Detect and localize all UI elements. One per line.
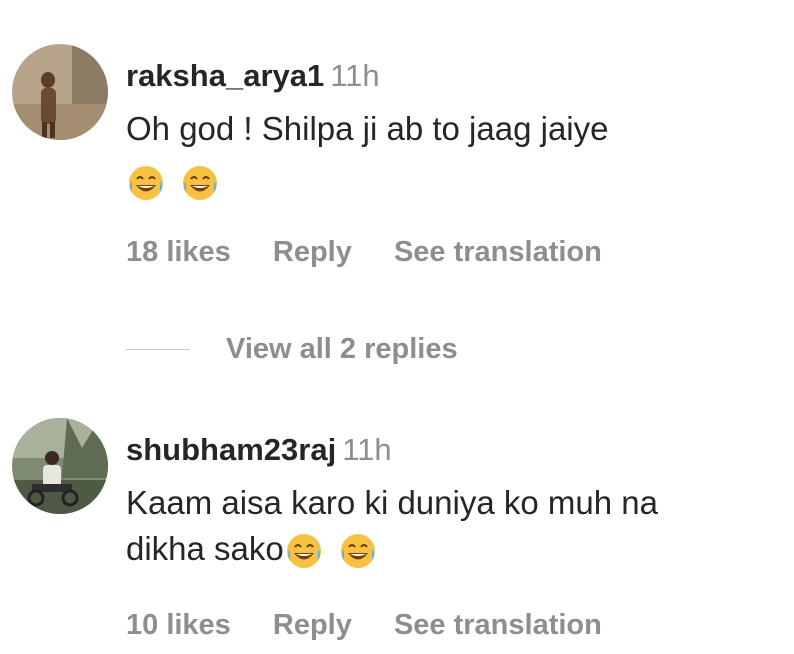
face-with-tears-of-joy-icon [180,163,220,203]
avatar-image [12,418,108,514]
comment-time: 11h [342,432,392,467]
reply-button[interactable]: Reply [273,609,352,641]
username-text[interactable]: shubham23raj [126,432,336,467]
comment-actions: 10 likes Reply See translation [126,609,636,642]
comment-text-line: Kaam aisa karo ki duniya ko muh na [126,484,658,521]
see-translation-button[interactable]: See translation [394,236,602,268]
reply-button[interactable]: Reply [273,236,352,268]
comment-emoji-row [126,158,786,204]
likes-count[interactable]: 10 likes [126,609,231,641]
comment-text-line: dikha sako [126,530,284,567]
face-with-tears-of-joy-icon [338,531,378,571]
comment-text: Kaam aisa karo ki duniya ko muh na dikha… [126,480,786,572]
face-with-tears-of-joy-icon [126,163,166,203]
username-text[interactable]: raksha_arya1 [126,58,324,93]
comment-time: 11h [330,58,380,93]
avatar[interactable] [12,44,108,140]
avatar-image [12,44,108,140]
view-replies[interactable]: View all 2 replies [126,333,458,366]
comment-username[interactable]: shubham23raj 11h [126,432,392,468]
face-with-tears-of-joy-icon [284,531,324,571]
divider [126,349,190,350]
comment-text: Oh god ! Shilpa ji ab to jaag jaiye [126,106,786,204]
view-replies-button[interactable]: View all 2 replies [226,333,458,366]
see-translation-button[interactable]: See translation [394,609,602,641]
likes-count[interactable]: 18 likes [126,236,231,268]
comment-text-line-with-emoji: dikha sako [126,526,786,572]
avatar[interactable] [12,418,108,514]
comment-text-line: Oh god ! Shilpa ji ab to jaag jaiye [126,110,609,147]
comment-actions: 18 likes Reply See translation [126,236,636,269]
comment-username[interactable]: raksha_arya1 11h [126,58,380,94]
